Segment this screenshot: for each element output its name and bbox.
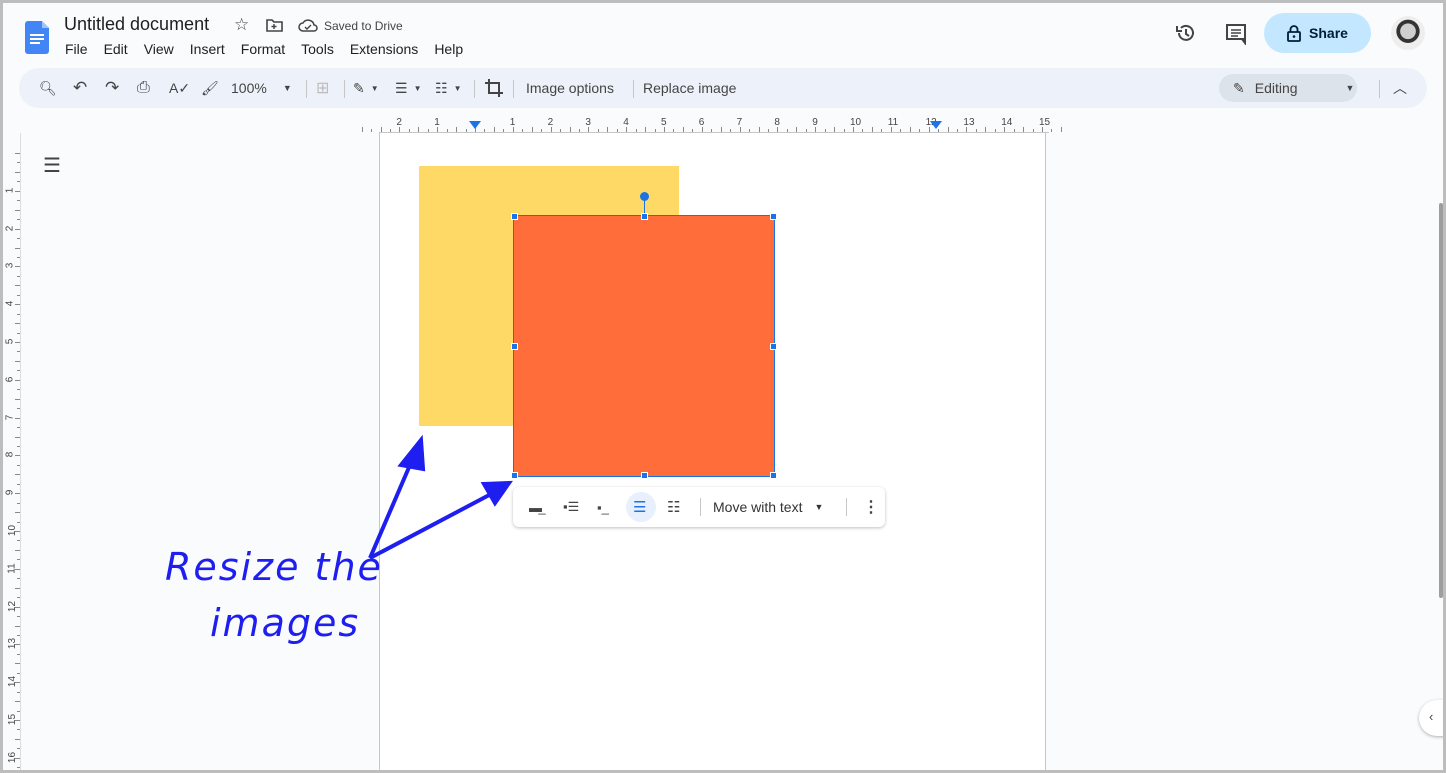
- scrollbar-thumb[interactable]: [1439, 203, 1443, 598]
- annotation-text-line2: images: [210, 601, 361, 645]
- annotation-text-line1: Resize the: [165, 545, 383, 589]
- docs-window: Untitled document ☆ Saved to Drive File …: [3, 3, 1443, 770]
- annotation-arrows: [368, 434, 513, 560]
